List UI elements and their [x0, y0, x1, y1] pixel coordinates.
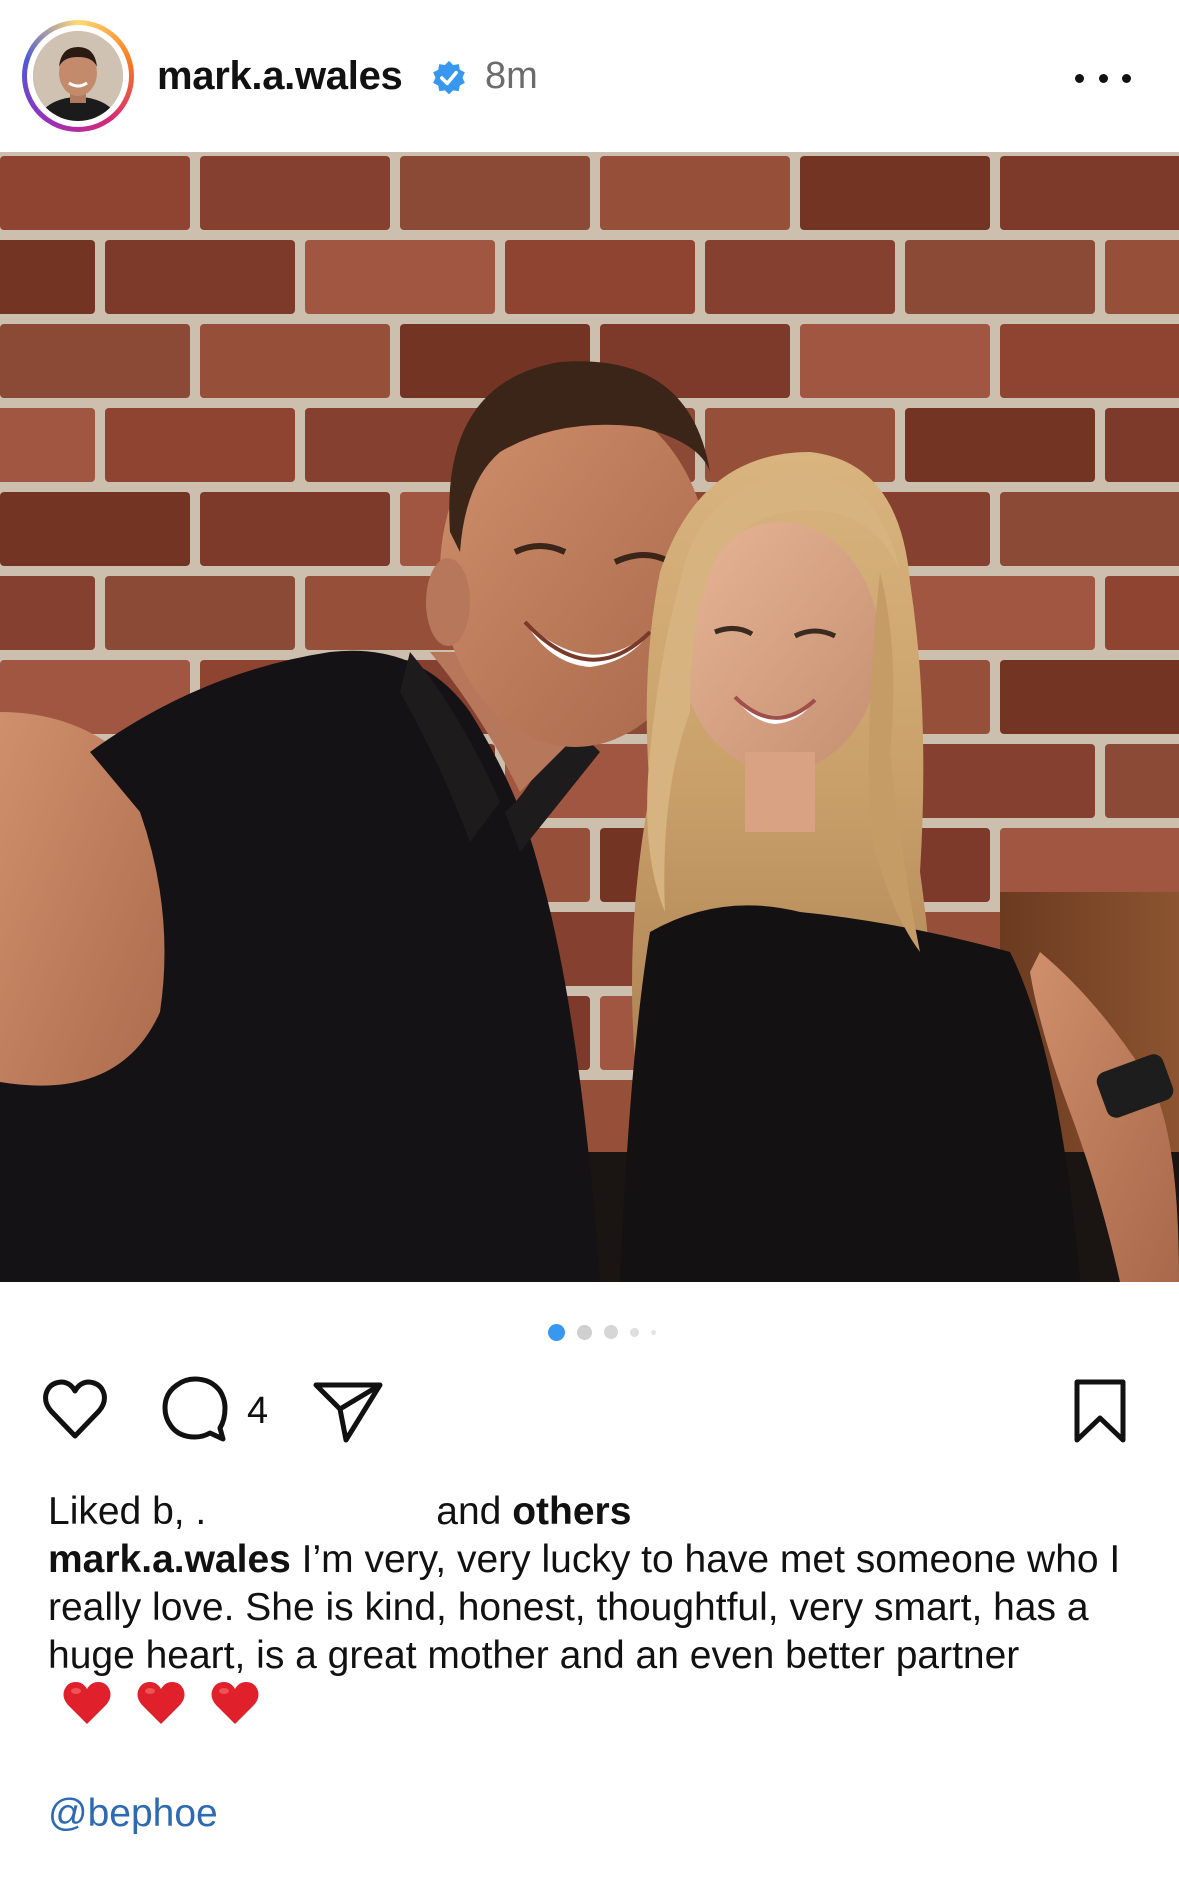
brick — [105, 576, 295, 650]
brick — [1105, 408, 1179, 482]
red-heart-icon — [63, 1682, 111, 1724]
caption-emoji — [62, 1680, 260, 1726]
likes-prefix: Liked b — [48, 1490, 174, 1533]
brick — [705, 240, 895, 314]
brick — [400, 156, 590, 230]
brick — [200, 492, 390, 566]
carousel-dot — [630, 1327, 639, 1337]
bookmark-icon[interactable] — [1072, 1378, 1128, 1444]
dot — [1122, 73, 1131, 83]
brick — [305, 240, 495, 314]
dot — [1075, 73, 1084, 83]
dot — [1098, 73, 1108, 83]
comment-bubble-icon[interactable] — [162, 1376, 228, 1442]
brick — [905, 744, 1095, 818]
likes-line[interactable]: Liked b, . and others — [48, 1488, 631, 1536]
brick — [600, 156, 790, 230]
more-options-icon[interactable] — [1075, 60, 1131, 96]
brick — [0, 408, 95, 482]
brick — [1000, 492, 1179, 566]
brick — [905, 408, 1095, 482]
brick — [1000, 156, 1179, 230]
brick — [905, 576, 1095, 650]
brick — [1105, 744, 1179, 818]
heart-outline-icon[interactable] — [42, 1378, 108, 1440]
brick — [1000, 828, 1179, 902]
brick — [0, 240, 95, 314]
brick — [800, 156, 990, 230]
carousel-indicator — [548, 1322, 656, 1342]
carousel-dot — [604, 1325, 618, 1339]
likes-others[interactable]: others — [512, 1490, 631, 1533]
story-ring[interactable] — [22, 20, 134, 132]
red-heart-icon — [137, 1682, 185, 1724]
couple-selfie-image — [0, 152, 1179, 1282]
brick — [800, 324, 990, 398]
brick — [1105, 576, 1179, 650]
post-caption: mark.a.wales I’m very, very lucky to hav… — [48, 1536, 1148, 1730]
carousel-dot — [651, 1329, 656, 1335]
avatar-border — [27, 25, 129, 127]
comment-count: 4 — [247, 1390, 269, 1432]
brick — [1105, 240, 1179, 314]
carousel-dot — [577, 1324, 592, 1340]
post-header: mark.a.wales 8m — [0, 0, 1179, 152]
brick — [200, 324, 390, 398]
caption-username[interactable]: mark.a.wales — [48, 1538, 291, 1581]
brick — [0, 576, 95, 650]
brick — [905, 240, 1095, 314]
action-bar: 4 — [0, 1370, 1179, 1450]
brick — [1000, 660, 1179, 734]
post-photo[interactable] — [0, 152, 1179, 1282]
mention-link[interactable]: @bephoe — [48, 1790, 218, 1838]
paper-plane-icon[interactable] — [312, 1380, 384, 1444]
red-heart-icon — [211, 1682, 259, 1724]
brick — [0, 156, 190, 230]
brick — [0, 324, 190, 398]
brick — [0, 492, 190, 566]
verified-badge-icon — [433, 60, 465, 95]
likes-and: and — [436, 1490, 513, 1533]
brick — [105, 408, 295, 482]
brick — [1000, 324, 1179, 398]
post-time: 8m — [485, 55, 538, 97]
brick — [200, 156, 390, 230]
likes-partial: , . — [173, 1490, 207, 1533]
brick — [505, 240, 695, 314]
avatar[interactable] — [33, 31, 123, 121]
brick — [105, 240, 295, 314]
carousel-dot-active — [548, 1323, 565, 1341]
post-username[interactable]: mark.a.wales — [157, 52, 403, 100]
